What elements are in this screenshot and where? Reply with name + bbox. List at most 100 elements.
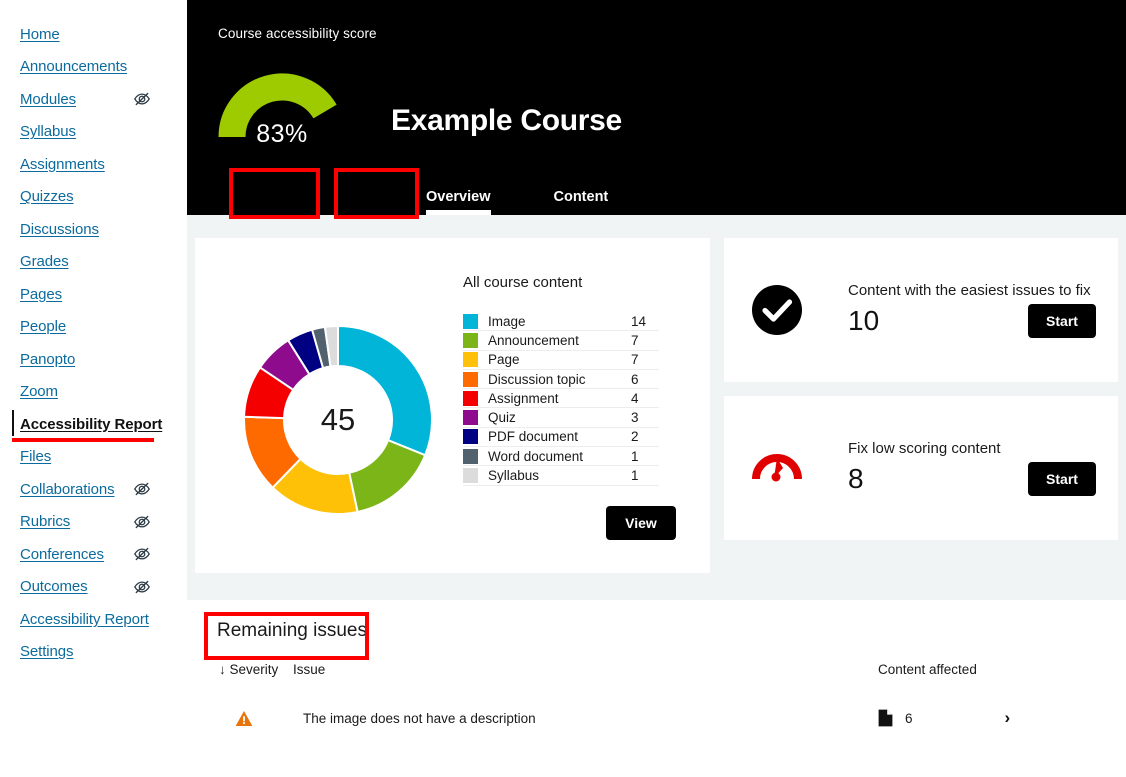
legend-label: Syllabus — [488, 468, 540, 484]
sidebar-item-conferences[interactable]: Conferences — [0, 538, 187, 571]
legend-label: Announcement — [488, 332, 579, 348]
document-icon — [878, 709, 893, 727]
check-circle-icon — [750, 283, 804, 337]
score-percent-text: 83% — [256, 120, 308, 148]
sidebar-item-collaborations[interactable]: Collaborations — [0, 473, 187, 506]
legend-label: Page — [488, 352, 520, 368]
legend-row: Announcement 7 — [463, 331, 659, 351]
sidebar-item-home[interactable]: Home — [0, 18, 187, 51]
sidebar-item-panopto[interactable]: Panopto — [0, 343, 187, 376]
sidebar-item-files[interactable]: Files — [0, 441, 187, 474]
sidebar-item-modules[interactable]: Modules — [0, 83, 187, 116]
sidebar-item-grades[interactable]: Grades — [0, 246, 187, 279]
sidebar-item-label: Pages — [20, 285, 63, 303]
chevron-right-icon[interactable]: › — [1005, 708, 1011, 728]
warning-triangle-icon — [195, 710, 293, 727]
sidebar-item-syllabus[interactable]: Syllabus — [0, 116, 187, 149]
column-header-issue: Issue — [293, 662, 326, 677]
low-scoring-start-button[interactable]: Start — [1028, 462, 1096, 496]
legend-row: Assignment 4 — [463, 389, 659, 409]
legend-value: 7 — [631, 352, 639, 368]
sidebar-item-rubrics[interactable]: Rubrics — [0, 506, 187, 539]
sidebar-item-label: Collaborations — [20, 480, 115, 498]
course-title: Example Course — [391, 104, 622, 137]
sidebar-item-label: Home — [20, 25, 60, 43]
low-scoring-count: 8 — [848, 463, 864, 494]
score-and-title: 83% Example Course — [218, 55, 1126, 148]
page-root: Home Announcements Modules Syllabus Assignme… — [0, 0, 1126, 777]
tab-active-underline — [426, 210, 491, 215]
column-header-severity[interactable]: ↓ Severity — [195, 662, 293, 677]
content-affected-cell: 6 › — [878, 708, 1118, 728]
legend-column: All course content Image 14 Announcement 7 P… — [463, 260, 692, 573]
sidebar-item-label: Outcomes — [20, 578, 88, 596]
accessibility-score-gauge: 83% — [218, 61, 346, 148]
legend-title: All course content — [463, 274, 583, 291]
sidebar-item-announcements[interactable]: Announcements — [0, 51, 187, 84]
view-button-row: View — [463, 505, 692, 540]
sidebar-item-label: Quizzes — [20, 188, 74, 206]
sidebar-item-label: Discussions — [20, 220, 99, 238]
sidebar-item-zoom[interactable]: Zoom — [0, 376, 187, 409]
sidebar-item-label: Rubrics — [20, 513, 71, 531]
sidebar-item-people[interactable]: People — [0, 311, 187, 344]
sidebar-item-label: Panopto — [20, 350, 76, 368]
sidebar-item-outcomes[interactable]: Outcomes — [0, 571, 187, 604]
sidebar-item-accessibility-report[interactable]: Accessibility Report — [0, 408, 187, 442]
sidebar-item-label: Conferences — [20, 545, 104, 563]
legend-value: 3 — [631, 410, 639, 426]
easiest-issues-start-button[interactable]: Start — [1028, 304, 1096, 338]
legend-row: Image 14 — [463, 312, 659, 332]
legend-row: Page 7 — [463, 351, 659, 370]
issues-title: Remaining issues — [217, 620, 367, 641]
legend-row: Syllabus 1 — [463, 466, 659, 486]
table-row[interactable]: The image does not have a description 6 › — [195, 677, 1118, 728]
legend-label: Image — [488, 313, 526, 329]
sidebar-item-label: Accessibility Report — [20, 610, 149, 628]
tab-overview[interactable]: Overview — [418, 189, 499, 215]
legend-label: PDF document — [488, 429, 579, 445]
legend-row: PDF document 2 — [463, 428, 659, 448]
easiest-issues-body: Content with the easiest issues to fix 1… — [848, 282, 1096, 338]
donut-total-label: 45 — [320, 401, 356, 437]
legend-row: Discussion topic 6 — [463, 370, 659, 390]
legend-color-swatch — [463, 371, 478, 387]
sidebar-item-pages[interactable]: Pages — [0, 278, 187, 311]
legend-color-swatch — [463, 448, 478, 464]
issue-description: The image does not have a description — [303, 710, 536, 726]
report-tabs: Overview Content — [418, 189, 663, 215]
sidebar-item-label: Assignments — [20, 155, 105, 173]
column-header-content-affected: Content affected — [878, 662, 977, 677]
sidebar-item-assignments[interactable]: Assignments — [0, 148, 187, 181]
sidebar-item-discussions[interactable]: Discussions — [0, 213, 187, 246]
legend-value: 4 — [631, 390, 639, 406]
course-score-header: Course accessibility score 83% Example C… — [187, 0, 1126, 215]
sidebar-item-label: Syllabus — [20, 123, 76, 141]
tab-label: Overview — [426, 189, 491, 205]
legend-row: Word document 1 — [463, 447, 659, 467]
sidebar-item-list: Home Announcements Modules Syllabus Assignme… — [0, 18, 187, 668]
sidebar-item-quizzes[interactable]: Quizzes — [0, 181, 187, 214]
eye-slash-icon — [133, 513, 151, 531]
content-type-donut-chart: 45 — [238, 320, 438, 520]
tab-content[interactable]: Content — [546, 189, 617, 215]
legend-label: Word document — [488, 448, 584, 464]
legend-value: 1 — [631, 468, 639, 484]
legend-color-swatch — [463, 332, 478, 348]
course-navigation-sidebar: Home Announcements Modules Syllabus Assignme… — [0, 0, 187, 777]
stat-cards-column: Content with the easiest issues to fix 1… — [724, 238, 1118, 600]
sidebar-item-label: Zoom — [20, 383, 58, 401]
donut-chart-column: 45 — [213, 260, 463, 573]
content-affected-count: 6 — [905, 710, 913, 726]
gauge-low-score-icon — [750, 441, 804, 495]
legend-color-swatch — [463, 410, 478, 426]
legend-value: 14 — [631, 313, 647, 329]
issues-table-body: The image does not have a description 6 › — [195, 677, 1118, 728]
sidebar-item-accessibility-report-secondary[interactable]: Accessibility Report — [0, 603, 187, 636]
sidebar-item-label: Accessibility Report — [20, 415, 163, 433]
legend-row: Quiz 3 — [463, 408, 659, 428]
sidebar-item-settings[interactable]: Settings — [0, 636, 187, 669]
legend-label: Assignment — [488, 390, 559, 406]
sidebar-item-label: Files — [20, 448, 52, 466]
view-button[interactable]: View — [606, 505, 676, 540]
